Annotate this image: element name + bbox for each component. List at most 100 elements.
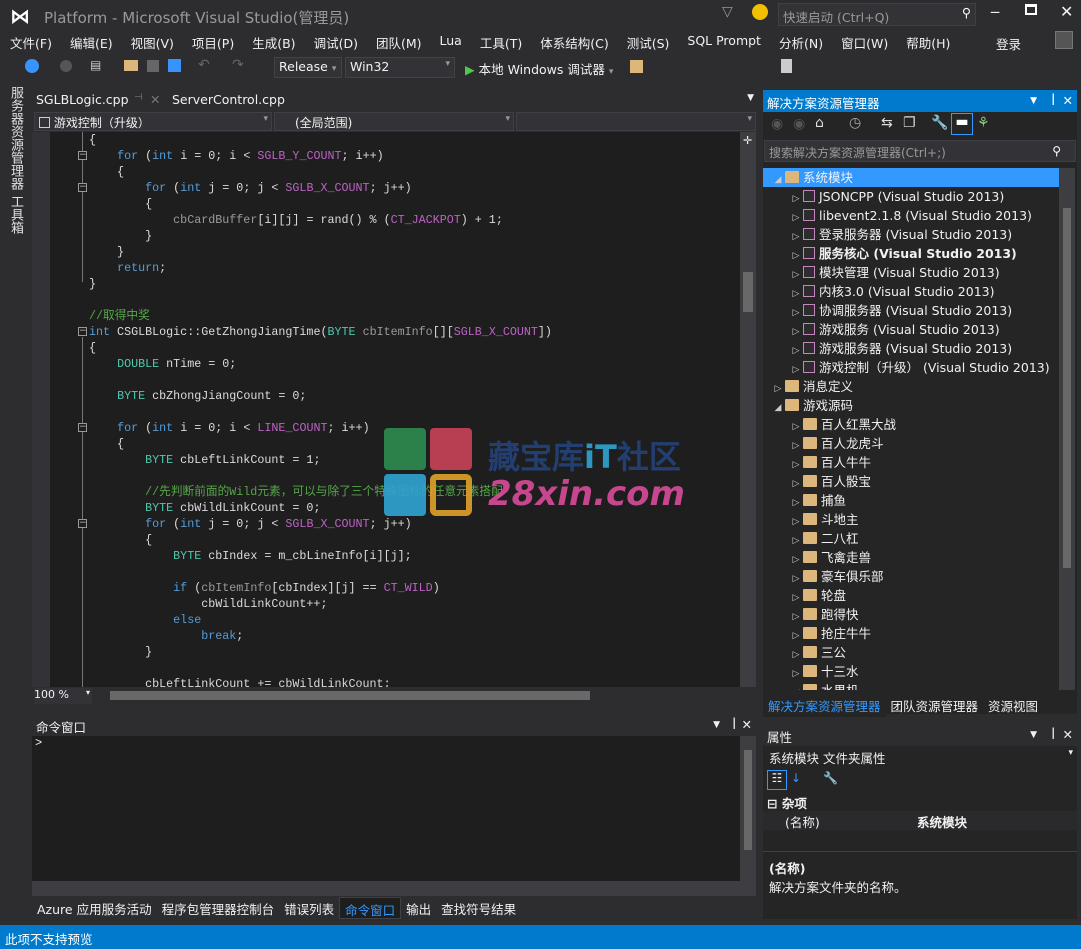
pin-icon[interactable]: ꟾ bbox=[732, 717, 736, 732]
editor-vertical-scrollbar[interactable]: ✛ bbox=[740, 132, 756, 687]
tree-item[interactable]: ▷ 游戏服务器 (Visual Studio 2013) bbox=[763, 339, 1059, 358]
split-handle-icon[interactable]: ✛ bbox=[743, 134, 752, 147]
menu-item[interactable]: 生成(B) bbox=[242, 31, 303, 53]
menu-item[interactable]: 窗口(W) bbox=[831, 31, 896, 53]
tree-item[interactable]: ▷ 协调服务器 (Visual Studio 2013) bbox=[763, 301, 1059, 320]
class-view-icon[interactable]: ⚘ bbox=[977, 115, 990, 131]
configuration-dropdown[interactable]: Release ▾ bbox=[274, 57, 342, 78]
tree-item[interactable]: ▷ 内核3.0 (Visual Studio 2013) bbox=[763, 282, 1059, 301]
tab-servercontrol[interactable]: ServerControl.cpp bbox=[168, 90, 289, 111]
tree-item[interactable]: ▷ 轮盘 bbox=[763, 586, 1059, 605]
tree-item[interactable]: ◢ 系统模块 bbox=[763, 168, 1059, 187]
tab-solution-explorer[interactable]: 解决方案资源管理器 bbox=[763, 694, 886, 717]
collapse-all-icon[interactable]: ❐ bbox=[903, 115, 916, 131]
signin-link[interactable]: 登录 bbox=[996, 34, 1021, 53]
open-file-icon[interactable] bbox=[124, 60, 138, 71]
command-vertical-scrollbar[interactable] bbox=[740, 736, 756, 881]
tab-sglblogic[interactable]: SGLBLogic.cpp ⊣ ✕ bbox=[32, 90, 164, 111]
scope-dropdown[interactable]: (全局范围) ▾ bbox=[274, 112, 514, 131]
panel-menu-icon[interactable]: ▼ bbox=[713, 720, 720, 730]
tree-item[interactable]: ◢ 水果机 bbox=[763, 681, 1059, 690]
tab-overflow-icon[interactable]: ▼ bbox=[747, 93, 754, 103]
save-all-icon[interactable] bbox=[168, 59, 181, 72]
code-editor[interactable]: { for (int i = 0; i < SGLB_Y_COUNT; i++)… bbox=[32, 132, 740, 687]
tab-resource-view[interactable]: 资源视图 bbox=[983, 694, 1043, 717]
panel-menu-icon[interactable]: ▼ bbox=[1030, 730, 1037, 740]
tree-item[interactable]: ▷ 三公 bbox=[763, 643, 1059, 662]
menu-item[interactable]: Lua bbox=[430, 31, 470, 53]
menu-item[interactable]: 视图(V) bbox=[121, 31, 182, 53]
tree-item[interactable]: ▷ 飞禽走兽 bbox=[763, 548, 1059, 567]
bottom-tab[interactable]: 输出 bbox=[401, 897, 436, 919]
pin-icon[interactable]: ꟾ bbox=[1051, 727, 1055, 742]
close-panel-icon[interactable]: ✕ bbox=[1063, 727, 1073, 742]
server-explorer-tab[interactable]: 服务器资源管理器 bbox=[4, 86, 26, 190]
tab-team-explorer[interactable]: 团队资源管理器 bbox=[886, 694, 984, 717]
categorized-icon[interactable]: ☷ bbox=[767, 770, 787, 790]
tree-item[interactable]: ▷ 跑得快 bbox=[763, 605, 1059, 624]
redo-icon[interactable]: ↷ bbox=[232, 57, 244, 73]
collapse-toggle-icon[interactable]: − bbox=[78, 151, 87, 160]
forward-icon[interactable]: ◉ bbox=[793, 116, 805, 132]
close-panel-icon[interactable]: ✕ bbox=[1063, 93, 1073, 108]
expanded-arrow-icon[interactable]: ◢ bbox=[789, 684, 803, 690]
bookmark-icon[interactable] bbox=[781, 59, 792, 73]
forward-icon[interactable] bbox=[60, 60, 72, 72]
minimize-button[interactable]: ‒ bbox=[990, 2, 1000, 21]
bottom-tab[interactable]: Azure 应用服务活动 bbox=[32, 897, 157, 919]
horizontal-scrollbar[interactable] bbox=[110, 691, 590, 700]
pin-icon[interactable]: ꟾ bbox=[1051, 93, 1055, 108]
tree-item[interactable]: ▷ 百人骰宝 bbox=[763, 472, 1059, 491]
collapse-toggle-icon[interactable]: − bbox=[78, 327, 87, 336]
pin-icon[interactable]: ⊣ bbox=[134, 92, 143, 103]
pending-changes-icon[interactable]: ◷ bbox=[849, 115, 861, 131]
start-debugging-button[interactable]: ▶ 本地 Windows 调试器 ▾ bbox=[465, 59, 613, 78]
command-horizontal-scrollbar[interactable] bbox=[32, 881, 756, 896]
find-in-files-icon[interactable] bbox=[630, 60, 643, 73]
menu-item[interactable]: 体系结构(C) bbox=[530, 31, 616, 53]
menu-item[interactable]: SQL Prompt bbox=[677, 31, 769, 53]
property-row[interactable]: (名称) 系统模块 bbox=[763, 811, 1077, 830]
property-pages-icon[interactable]: 🔧 bbox=[823, 771, 838, 785]
home-icon[interactable]: ⌂ bbox=[815, 115, 824, 131]
object-selector[interactable]: 系统模块 文件夹属性 ▾ bbox=[763, 746, 1077, 768]
collapse-toggle-icon[interactable]: − bbox=[78, 519, 87, 528]
undo-icon[interactable]: ↶ bbox=[198, 57, 210, 73]
tree-item[interactable]: ▷ 百人牛牛 bbox=[763, 453, 1059, 472]
toolbox-tab[interactable]: 工具箱 bbox=[4, 195, 26, 234]
back-icon[interactable]: ◉ bbox=[771, 116, 783, 132]
tree-item[interactable]: ▷ 百人龙虎斗 bbox=[763, 434, 1059, 453]
new-project-icon[interactable]: ▤ bbox=[90, 58, 101, 72]
sync-icon[interactable]: ⇆ bbox=[881, 115, 893, 131]
tree-item[interactable]: ▷ 登录服务器 (Visual Studio 2013) bbox=[763, 225, 1059, 244]
properties-wrench-icon[interactable]: 🔧 bbox=[931, 115, 948, 131]
panel-menu-icon[interactable]: ▼ bbox=[1030, 96, 1037, 106]
tree-item[interactable]: ▷ 十三水 bbox=[763, 662, 1059, 681]
show-all-files-icon[interactable]: ▬ bbox=[951, 113, 973, 135]
tree-item[interactable]: ▷ 服务核心 (Visual Studio 2013) bbox=[763, 244, 1059, 263]
collapse-toggle-icon[interactable]: − bbox=[78, 423, 87, 432]
command-input[interactable]: > bbox=[32, 736, 740, 881]
maximize-button[interactable] bbox=[1025, 4, 1037, 15]
menu-item[interactable]: 项目(P) bbox=[182, 31, 242, 53]
menu-item[interactable]: 编辑(E) bbox=[60, 31, 121, 53]
member-dropdown[interactable]: ▾ bbox=[516, 112, 756, 131]
tree-item[interactable]: ▷ 二八杠 bbox=[763, 529, 1059, 548]
category-misc[interactable]: ⊟ 杂项 bbox=[763, 792, 1077, 811]
tree-item[interactable]: ▷ libevent2.1.8 (Visual Studio 2013) bbox=[763, 206, 1059, 225]
menu-item[interactable]: 文件(F) bbox=[0, 31, 60, 53]
tree-item[interactable]: ▷ 游戏控制（升级） (Visual Studio 2013) bbox=[763, 358, 1059, 377]
menu-item[interactable]: 调试(D) bbox=[304, 31, 366, 53]
tree-item[interactable]: ▷ 模块管理 (Visual Studio 2013) bbox=[763, 263, 1059, 282]
bottom-tab[interactable]: 错误列表 bbox=[279, 897, 339, 919]
solution-search-input[interactable]: 搜索解决方案资源管理器(Ctrl+;) ⚲ bbox=[764, 140, 1076, 162]
project-dropdown[interactable]: 游戏控制（升级） ▾ bbox=[34, 112, 272, 131]
menu-item[interactable]: 测试(S) bbox=[617, 31, 678, 53]
save-icon[interactable] bbox=[147, 60, 159, 72]
quick-launch-input[interactable]: 快速启动 (Ctrl+Q) ⚲ bbox=[778, 3, 976, 26]
tree-item[interactable]: ▷ 抢庄牛牛 bbox=[763, 624, 1059, 643]
tree-item[interactable]: ▷ 游戏服务 (Visual Studio 2013) bbox=[763, 320, 1059, 339]
tree-item[interactable]: ▷ 消息定义 bbox=[763, 377, 1059, 396]
back-icon[interactable] bbox=[25, 59, 39, 73]
tree-item[interactable]: ▷ 豪车俱乐部 bbox=[763, 567, 1059, 586]
